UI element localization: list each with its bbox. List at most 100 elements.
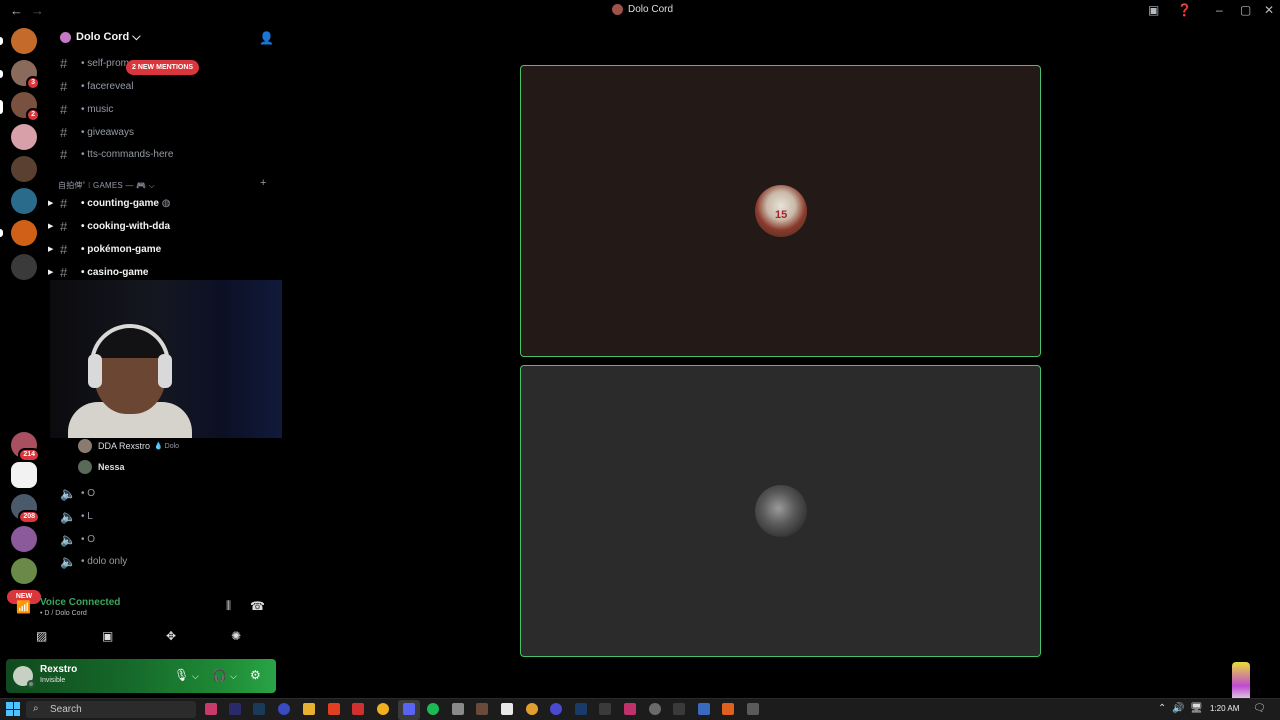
voice-member[interactable]: Nessa xyxy=(78,460,125,474)
mention-badge: 214 xyxy=(18,448,40,462)
server-icon[interactable]: 3 xyxy=(11,60,40,90)
avatar xyxy=(78,439,92,453)
back-arrow-icon[interactable]: ← xyxy=(10,3,23,18)
app-icon[interactable] xyxy=(476,703,488,715)
microphone-icon[interactable]: 🎙 xyxy=(174,668,189,682)
volume-icon[interactable]: 🔊 xyxy=(1172,703,1184,714)
app-icon[interactable] xyxy=(526,703,538,715)
notification-icon[interactable]: 🗨 xyxy=(1253,703,1266,714)
network-icon[interactable]: 🖥 xyxy=(1190,703,1203,714)
thread-icon: ◍ xyxy=(161,198,171,209)
channel-giveaways[interactable]: # • giveaways xyxy=(48,123,282,143)
app-icon[interactable] xyxy=(698,703,710,715)
create-channel-icon[interactable]: + xyxy=(260,177,266,189)
steam-icon[interactable] xyxy=(575,703,587,715)
voice-channel-l[interactable]: 🔈 • L xyxy=(48,507,282,527)
unread-pip-icon: ▶ xyxy=(48,246,54,253)
app-icon[interactable] xyxy=(452,703,464,715)
channel-counting-game[interactable]: ▶ # • counting-game ◍ xyxy=(48,194,282,214)
channel-pokemon-game[interactable]: ▶ # • pokémon-game xyxy=(48,240,282,260)
channel-music[interactable]: # • music xyxy=(48,100,282,120)
server-folder-icon[interactable] xyxy=(11,254,37,280)
add-friend-icon[interactable]: 👤 xyxy=(259,31,274,45)
server-icon[interactable] xyxy=(11,526,37,552)
app-icon[interactable] xyxy=(624,703,636,715)
server-icon[interactable] xyxy=(11,124,37,150)
chevron-down-icon: ⌵ xyxy=(132,31,141,43)
file-icon[interactable] xyxy=(501,703,513,715)
close-icon[interactable]: ✕ xyxy=(1264,3,1274,17)
voice-channel-o[interactable]: 🔈 • O xyxy=(48,484,282,504)
app-icon[interactable] xyxy=(722,703,734,715)
spotify-icon[interactable] xyxy=(427,703,439,715)
app-icon[interactable] xyxy=(550,703,562,715)
username[interactable]: Rexstro xyxy=(40,664,77,675)
new-mentions-pill[interactable]: 2 NEW MENTIONS xyxy=(126,60,200,75)
server-icon[interactable]: 214 xyxy=(11,432,40,462)
app-icon[interactable] xyxy=(278,703,290,715)
discord-icon[interactable] xyxy=(403,703,415,715)
guild-header[interactable]: Dolo Cord ⌵ 👤 xyxy=(48,22,282,54)
category-games[interactable]: 自拍俾˚ ⁝ GAMES — 🎮 ⌵ xyxy=(58,180,155,191)
chevron-down-icon[interactable]: ⌵ xyxy=(192,671,199,682)
hash-icon: # xyxy=(60,79,68,94)
help-icon[interactable]: ❓ xyxy=(1177,3,1192,17)
signal-icon[interactable]: 📶 xyxy=(16,600,31,614)
taskbar-search[interactable]: ⌕ Search xyxy=(26,701,196,718)
photoshop-icon[interactable] xyxy=(253,703,265,715)
window-title-text: Dolo Cord xyxy=(628,4,674,15)
screen-share-icon[interactable]: ▣ xyxy=(102,629,113,643)
clock[interactable]: 1:20 AM xyxy=(1210,704,1239,713)
premiere-icon[interactable] xyxy=(229,703,241,715)
soundboard-icon[interactable]: ✺ xyxy=(231,629,241,643)
headphones-icon[interactable]: 🎧 xyxy=(212,668,227,682)
search-icon: ⌕ xyxy=(33,703,39,714)
voice-channel-dolo-only[interactable]: 🔈 • dolo only xyxy=(48,552,282,572)
start-menu-icon[interactable] xyxy=(6,702,20,716)
app-icon[interactable] xyxy=(205,703,217,715)
guild-name[interactable]: Dolo Cord ⌵ xyxy=(76,31,141,44)
activities-icon[interactable]: ✥ xyxy=(166,629,176,643)
server-icon[interactable] xyxy=(11,156,37,182)
maximize-icon[interactable]: ▢ xyxy=(1240,3,1251,17)
server-icon[interactable]: 208 xyxy=(11,494,40,524)
app-icon[interactable] xyxy=(673,703,685,715)
brave-icon[interactable] xyxy=(328,703,340,715)
voice-member[interactable]: DDA Rexstro 💧 Dolo xyxy=(78,439,179,453)
app-icon[interactable] xyxy=(649,703,661,715)
voice-channel-o[interactable]: 🔈 • O xyxy=(48,530,282,550)
voice-status-title[interactable]: Voice Connected xyxy=(40,597,120,608)
chevron-down-icon[interactable]: ⌵ xyxy=(230,671,237,682)
forward-arrow-icon[interactable]: → xyxy=(31,3,44,18)
avatar xyxy=(755,485,807,537)
disconnect-icon[interactable]: ☎ xyxy=(250,599,265,613)
server-icon[interactable] xyxy=(11,188,37,214)
app-icon[interactable] xyxy=(377,703,389,715)
voice-channel-path[interactable]: • D / Dolo Cord xyxy=(40,610,87,617)
video-tile[interactable]: 15 xyxy=(520,65,1041,357)
channel-facereveal[interactable]: # • facereveal xyxy=(48,77,282,97)
window-title: Dolo Cord xyxy=(612,4,673,15)
app-icon[interactable] xyxy=(599,703,611,715)
server-icon[interactable] xyxy=(11,220,37,246)
server-icon[interactable] xyxy=(11,28,37,54)
channel-cooking-with-dda[interactable]: ▶ # • cooking-with-dda xyxy=(48,217,282,237)
minimize-icon[interactable]: – xyxy=(1216,3,1223,17)
app-icon[interactable] xyxy=(747,703,759,715)
chevron-up-icon[interactable]: ⌃ xyxy=(1158,703,1166,714)
server-icon[interactable] xyxy=(11,558,37,584)
hash-icon: # xyxy=(60,196,68,211)
server-icon[interactable]: 2 xyxy=(11,92,40,122)
noise-suppression-icon[interactable]: ⫼ xyxy=(226,600,231,613)
inbox-icon[interactable]: ▣ xyxy=(1148,3,1159,17)
gear-icon[interactable]: ⚙ xyxy=(250,668,261,682)
video-tile[interactable] xyxy=(520,365,1041,657)
app-icon[interactable] xyxy=(352,703,364,715)
channel-tts-commands-here[interactable]: # • tts-commands-here xyxy=(48,145,282,165)
user-status: Invisible xyxy=(40,677,66,684)
folder-icon[interactable] xyxy=(303,703,315,715)
mention-badge: 3 xyxy=(26,76,40,90)
camera-off-icon[interactable]: ▨ xyxy=(36,629,47,643)
selected-pip xyxy=(0,100,3,114)
server-icon[interactable] xyxy=(11,462,37,488)
